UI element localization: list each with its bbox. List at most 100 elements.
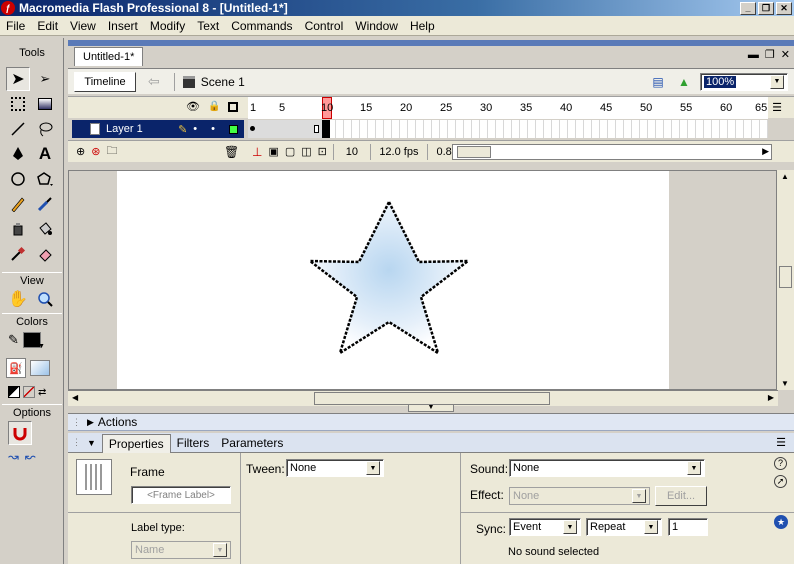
tab-parameters[interactable]: Parameters (215, 434, 289, 452)
menu-view[interactable]: View (64, 19, 102, 33)
frame-cells[interactable] (248, 120, 768, 138)
stage-vscroll-thumb[interactable] (779, 266, 792, 288)
tween-dropdown-icon[interactable]: ▼ (366, 461, 380, 475)
menu-modify[interactable]: Modify (144, 19, 191, 33)
brush-tool[interactable] (33, 192, 57, 216)
delete-layer-icon[interactable]: 🗑 (224, 145, 239, 159)
selection-tool[interactable]: ➤ (6, 67, 30, 91)
collapse-arrow-icon[interactable]: ▼ (87, 438, 96, 448)
tween-select[interactable]: None ▼ (286, 459, 384, 477)
menu-control[interactable]: Control (299, 19, 350, 33)
keyframe-dot[interactable] (250, 126, 255, 131)
lasso-tool[interactable] (33, 117, 57, 141)
layer-color-box[interactable] (229, 124, 238, 134)
free-transform-tool[interactable] (6, 92, 30, 116)
frame-label-input[interactable]: <Frame Label> (131, 486, 231, 504)
paint-bucket-tool[interactable] (33, 217, 57, 241)
minimize-button[interactable]: _ (740, 1, 756, 15)
timeline-menu-icon[interactable]: ☰ (772, 101, 782, 114)
actions-panel-header[interactable]: ⋮ ▶ Actions (68, 413, 794, 431)
add-motion-guide-icon[interactable]: ⊛ (91, 145, 100, 158)
menu-file[interactable]: File (0, 19, 31, 33)
menu-window[interactable]: Window (349, 19, 404, 33)
straighten-icon[interactable]: ↜ (25, 449, 36, 465)
scroll-down-icon[interactable]: ▼ (781, 379, 789, 388)
end-frame-marker[interactable] (314, 125, 319, 133)
center-frame-icon[interactable]: ⊥ (252, 145, 262, 159)
outline-icon[interactable] (228, 101, 239, 112)
help-icon[interactable]: ? (774, 457, 787, 470)
scroll-right-icon[interactable]: ▶ (762, 146, 769, 157)
accessibility-icon[interactable]: ★ (774, 515, 788, 529)
sound-dropdown-icon[interactable]: ▼ (687, 461, 701, 475)
zoom-tool[interactable] (33, 287, 57, 311)
sound-select[interactable]: None ▼ (509, 459, 705, 477)
edit-sound-button[interactable]: Edit... (655, 486, 707, 506)
back-arrow-icon[interactable]: ⇦ (148, 73, 160, 90)
edit-multiple-frames-icon[interactable]: ◫ (301, 145, 311, 158)
collapse-panel-icon[interactable]: ▼ (408, 404, 454, 412)
menu-text[interactable]: Text (191, 19, 225, 33)
expand-arrow-icon[interactable]: ▶ (87, 417, 94, 428)
menu-insert[interactable]: Insert (102, 19, 144, 33)
pen-tool[interactable] (6, 142, 30, 166)
black-white-icon[interactable] (8, 386, 20, 398)
scroll-left-icon[interactable]: ◀ (72, 393, 78, 402)
label-type-dropdown-icon[interactable]: ▼ (213, 543, 227, 557)
eyedropper-tool[interactable] (6, 242, 30, 266)
panel-menu-icon[interactable]: ☰ (776, 436, 786, 449)
hand-tool[interactable]: ✋ (6, 287, 30, 311)
zoom-select[interactable]: 100% ▼ (700, 72, 788, 91)
timeline-scroll-thumb[interactable] (457, 146, 491, 158)
onion-outlines-icon[interactable]: ▢ (285, 145, 295, 158)
frame-rate[interactable]: 12.0 fps (377, 146, 421, 158)
no-color-icon[interactable] (23, 386, 35, 398)
swap-colors-icon[interactable]: ⇄ (38, 387, 46, 398)
tab-filters[interactable]: Filters (171, 434, 216, 452)
layer-row[interactable]: Layer 1 ✎ • • (68, 118, 794, 140)
selected-keyframe[interactable] (322, 120, 330, 138)
text-tool[interactable]: A (33, 142, 57, 166)
layer-lock-dot[interactable]: • (211, 123, 215, 135)
edit-symbols-icon[interactable]: ▲ (674, 73, 694, 91)
zoom-dropdown-icon[interactable]: ▼ (770, 74, 784, 89)
fill-color-swatch[interactable] (30, 360, 50, 376)
effect-dropdown-icon[interactable]: ▼ (632, 489, 646, 503)
smooth-icon[interactable]: ↝ (8, 449, 19, 465)
polystar-tool[interactable] (33, 167, 57, 191)
sync-dropdown-icon[interactable]: ▼ (563, 520, 577, 534)
subselection-tool[interactable]: ➢ (33, 67, 57, 91)
scroll-up-icon[interactable]: ▲ (781, 172, 789, 181)
repeat-dropdown-icon[interactable]: ▼ (644, 520, 658, 534)
stage[interactable] (117, 171, 669, 389)
scroll-right-icon[interactable]: ▶ (768, 393, 774, 402)
eraser-tool[interactable] (33, 242, 57, 266)
layer-visible-dot[interactable]: • (193, 123, 197, 135)
insert-layer-folder-icon[interactable]: 🗀 (106, 142, 117, 161)
eye-icon[interactable]: 👁 (186, 100, 200, 113)
sync-select[interactable]: Event ▼ (509, 518, 581, 536)
timeline-toggle-button[interactable]: Timeline (74, 71, 136, 92)
doc-close-icon[interactable]: ✕ (781, 48, 790, 61)
edit-in-place-icon[interactable]: ➚ (774, 475, 787, 488)
oval-tool[interactable] (6, 167, 30, 191)
repeat-select[interactable]: Repeat ▼ (586, 518, 662, 536)
keyframe-span[interactable] (248, 120, 322, 138)
tab-untitled-1[interactable]: Untitled-1* (74, 46, 144, 66)
tab-properties[interactable]: Properties (101, 434, 171, 453)
lock-icon[interactable]: 🔒 (208, 101, 220, 112)
doc-restore-icon[interactable]: ❐ (765, 48, 775, 61)
stroke-color-swatch[interactable]: ▼ (22, 332, 45, 350)
stage-vscroll[interactable]: ▲ ▼ (776, 170, 794, 390)
repeat-count-input[interactable]: 1 (668, 518, 708, 536)
menu-edit[interactable]: Edit (31, 19, 64, 33)
insert-layer-icon[interactable]: ⊕ (76, 145, 85, 158)
ink-bottle-tool[interactable] (6, 217, 30, 241)
close-button[interactable]: ✕ (776, 1, 792, 15)
timeline-hscroll[interactable]: ▶ (452, 144, 772, 160)
pencil-tool[interactable] (6, 192, 30, 216)
label-type-select[interactable]: Name ▼ (131, 541, 231, 559)
doc-minimize-icon[interactable]: ▬ (748, 49, 759, 61)
frame-ruler[interactable]: 1 5 10 15 20 25 30 35 40 45 50 55 60 65 (248, 97, 768, 119)
snap-to-objects-button[interactable] (8, 421, 32, 445)
